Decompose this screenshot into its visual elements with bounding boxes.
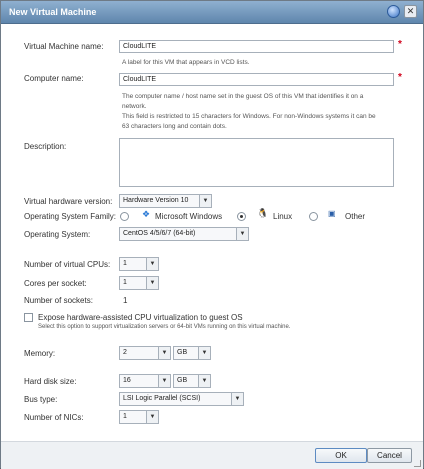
nics-select[interactable]: 1 ▼ (119, 410, 159, 424)
os-option-windows-label: Microsoft Windows (155, 212, 223, 221)
cpus-label: Number of virtual CPUs: (24, 260, 111, 269)
windows-icon: ❖ (142, 209, 151, 219)
os-select[interactable]: CentOS 4/5/6/7 (64-bit) ▼ (119, 227, 249, 241)
os-label: Operating System: (24, 230, 91, 239)
expose-virtualization-label: Expose hardware-assisted CPU virtualizat… (38, 313, 243, 322)
memory-unit-select[interactable]: GB ▼ (173, 346, 211, 360)
cancel-button[interactable]: Cancel (367, 448, 412, 463)
chevron-down-icon: ▼ (158, 375, 170, 387)
linux-tux-icon: 🐧 (257, 208, 269, 218)
bus-type-select[interactable]: LSI Logic Parallel (SCSI) ▼ (119, 392, 244, 406)
chevron-down-icon: ▼ (199, 195, 211, 207)
disk-size-label: Hard disk size: (24, 377, 77, 386)
memory-label: Memory: (24, 349, 56, 358)
computer-name-help: The computer name / host name set in the… (122, 93, 376, 130)
bus-type-label: Bus type: (24, 395, 58, 404)
hardware-version-select[interactable]: Hardware Version 10 ▼ (119, 194, 212, 208)
resize-grip-icon[interactable] (414, 460, 421, 467)
description-label: Description: (24, 142, 67, 151)
sockets-value: 1 (123, 296, 128, 305)
radio-linux[interactable] (237, 212, 246, 221)
chevron-down-icon: ▼ (236, 228, 248, 240)
required-marker: * (398, 72, 402, 83)
new-vm-dialog: New Virtual Machine ✕ Virtual Machine na… (0, 0, 424, 469)
nics-label: Number of NICs: (24, 413, 84, 422)
vm-name-help: A label for this VM that appears in VCD … (122, 59, 250, 66)
os-option-linux-label: Linux (273, 212, 293, 221)
chevron-down-icon: ▼ (198, 375, 210, 387)
cores-select[interactable]: 1 ▼ (119, 276, 159, 290)
help-icon[interactable] (387, 5, 400, 18)
expose-virtualization-checkbox[interactable] (24, 313, 33, 322)
cores-label: Cores per socket: (24, 279, 87, 288)
sockets-label: Number of sockets: (24, 296, 93, 305)
os-option-other-label: Other (345, 212, 366, 221)
title-bar[interactable]: New Virtual Machine ✕ (1, 1, 423, 24)
computer-name-label: Computer name: (24, 74, 84, 83)
dialog-footer: OK Cancel (1, 441, 423, 469)
ok-button[interactable]: OK (315, 448, 367, 463)
radio-microsoft-windows[interactable] (120, 212, 129, 221)
computer-name-input[interactable]: CloudLITE (119, 73, 394, 86)
close-icon[interactable]: ✕ (404, 5, 417, 18)
dialog-title: New Virtual Machine (9, 7, 97, 17)
os-family-label: Operating System Family: (24, 212, 117, 221)
disk-unit-select[interactable]: GB ▼ (173, 374, 211, 388)
memory-select[interactable]: 2 ▼ (119, 346, 171, 360)
other-os-icon: ▣ (328, 209, 336, 218)
vm-name-label: Virtual Machine name: (24, 42, 104, 51)
hardware-version-label: Virtual hardware version: (24, 197, 113, 206)
chevron-down-icon: ▼ (158, 347, 170, 359)
vm-name-input[interactable]: CloudLITE (119, 40, 394, 53)
chevron-down-icon: ▼ (146, 277, 158, 289)
radio-other[interactable] (309, 212, 318, 221)
chevron-down-icon: ▼ (198, 347, 210, 359)
cpus-select[interactable]: 1 ▼ (119, 257, 159, 271)
dialog-body: Virtual Machine name: CloudLITE * A labe… (2, 24, 422, 440)
disk-size-select[interactable]: 16 ▼ (119, 374, 171, 388)
chevron-down-icon: ▼ (146, 411, 158, 423)
chevron-down-icon: ▼ (231, 393, 243, 405)
required-marker: * (398, 39, 402, 50)
chevron-down-icon: ▼ (146, 258, 158, 270)
description-textarea[interactable] (119, 138, 394, 187)
expose-virtualization-help: Select this option to support virtualiza… (38, 324, 291, 330)
